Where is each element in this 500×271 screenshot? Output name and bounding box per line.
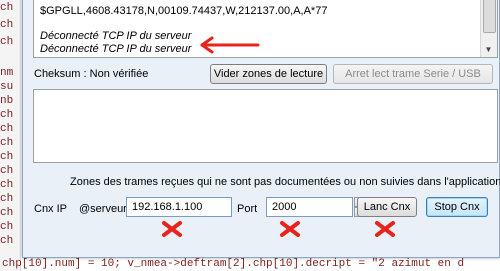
- code-line: ch: [0, 19, 14, 31]
- port-label: Port: [237, 203, 258, 215]
- code-line: ch: [0, 36, 14, 48]
- code-line: ch: [0, 179, 14, 191]
- stop-connection-button[interactable]: Stop Cnx: [426, 197, 488, 217]
- code-line: ch: [0, 137, 14, 149]
- code-line: ch: [0, 193, 14, 205]
- code-line: chp[10].num] = 10; v_nmea->deftram[2].ch…: [2, 258, 465, 270]
- code-line: ch: [0, 165, 14, 177]
- code-line: ch: [0, 235, 14, 247]
- scroll-down-icon[interactable]: ▼: [483, 44, 494, 56]
- log-line-disconnected: Déconnecté TCP IP du serveur: [40, 30, 192, 42]
- code-line: ch: [0, 109, 14, 121]
- code-line: nb: [0, 95, 14, 107]
- clear-read-zones-button[interactable]: Vider zones de lecture: [210, 64, 327, 84]
- checksum-status: Cheksum : Non vérifiée: [34, 68, 149, 80]
- log-scrollbar[interactable]: ▼: [480, 0, 497, 57]
- red-arrow-annotation-icon: [200, 36, 260, 54]
- server-label: @serveur: [79, 203, 127, 215]
- launch-connection-button[interactable]: Lanc Cnx: [357, 197, 417, 217]
- red-cross-connect-icon: [375, 221, 395, 237]
- scrollbar-thumb[interactable]: [483, 0, 496, 33]
- cnx-ip-label: Cnx IP: [34, 203, 68, 215]
- received-frames-log[interactable]: $GPGLL,4608.43178,N,00109.74437,W,212137…: [33, 0, 498, 58]
- server-ip-input[interactable]: 192.168.1.100: [126, 197, 232, 217]
- code-line: ch: [0, 123, 14, 135]
- undocumented-frames-area[interactable]: [33, 89, 498, 163]
- nmea-tcp-dialog: $GPGLL,4608.43178,N,00109.74437,W,212137…: [22, 0, 500, 258]
- code-line: nm: [0, 67, 14, 79]
- code-line: su: [0, 81, 14, 93]
- log-line-frame: $GPGLL,4608.43178,N,00109.74437,W,212137…: [40, 5, 328, 17]
- stop-serial-read-button[interactable]: Arret lect trame Serie / USB: [333, 64, 493, 84]
- undocumented-frames-note: Zones des trames reçues qui ne sont pas …: [70, 176, 500, 188]
- code-line: ch: [0, 151, 14, 163]
- log-line-disconnected: Déconnecté TCP IP du serveur: [40, 43, 192, 55]
- code-line: ch: [0, 221, 14, 233]
- red-cross-port-icon: [280, 221, 300, 237]
- code-line: ch: [0, 2, 14, 14]
- code-line: ch: [0, 207, 14, 219]
- port-input[interactable]: 2000: [266, 197, 353, 217]
- red-cross-ip-icon: [162, 221, 182, 237]
